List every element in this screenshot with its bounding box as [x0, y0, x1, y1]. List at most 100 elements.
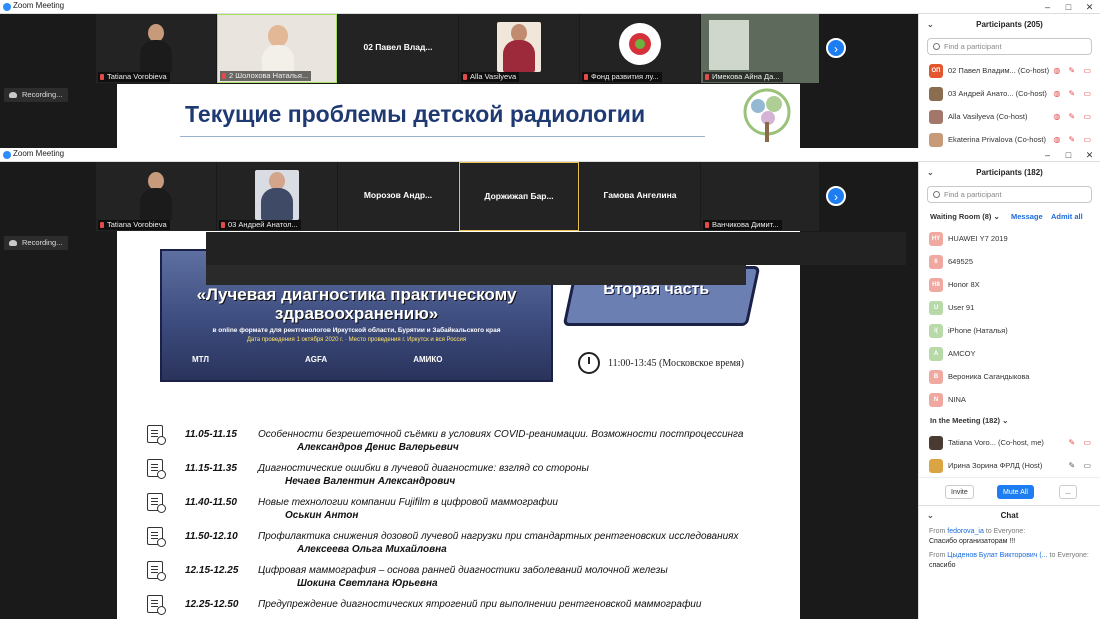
maximize-button[interactable]: □	[1058, 0, 1079, 14]
participant-row[interactable]: Alla Vasilyeva (Co-host) ◍ ✎ ▭	[919, 105, 1100, 128]
participant-name: 03 Андрей Анато... (Co-host)	[948, 89, 1047, 98]
recording-indicator[interactable]: Recording...	[4, 88, 69, 102]
video-tile[interactable]: Морозов Андр...	[338, 162, 458, 231]
tile-name-center: Морозов Андр...	[363, 190, 433, 200]
video-tile[interactable]: Tatiana Vorobieva	[96, 162, 216, 231]
close-button[interactable]: ✕	[1079, 0, 1100, 14]
participant-row[interactable]: ОП 02 Павел Владим... (Co-host) ◍ ✎ ▭	[919, 59, 1100, 82]
waiting-row[interactable]: 6 649525	[919, 250, 1100, 273]
chat-message: From fedorova_ia to Everyone: Спасибо ор…	[919, 525, 1100, 549]
participant-search-input[interactable]: Find a participant	[927, 38, 1092, 55]
program-item: 12.25-12.50 Предупреждение диагностическ…	[145, 595, 785, 619]
mute-video-icons[interactable]: ✎ ▭	[1069, 454, 1094, 477]
maximize-button[interactable]: □	[1058, 148, 1079, 162]
program-time: 11.15-11.35	[185, 463, 237, 474]
tile-name: Tatiana Vorobieva	[98, 72, 170, 82]
avatar: HY	[929, 232, 943, 246]
program-speaker: Нечаев Валентин Александрович	[285, 476, 456, 487]
participant-row[interactable]: Ирина Зорина ФРЛД (Host) ✎ ▭	[919, 454, 1100, 477]
waiting-row[interactable]: H8 Honor 8X	[919, 273, 1100, 296]
chevron-down-icon[interactable]: ⌄	[927, 506, 934, 526]
minimize-button[interactable]: –	[1037, 148, 1058, 162]
minimize-button[interactable]: –	[1037, 0, 1058, 14]
sender-name[interactable]: Цыденов Булат Викторович (...	[947, 552, 1047, 559]
video-tile-speaking[interactable]: Доржижап Бар...	[459, 162, 579, 231]
mute-video-icons[interactable]: ✎ ▭	[1069, 431, 1094, 454]
chevron-down-icon[interactable]: ⌄	[927, 162, 934, 184]
program-time: 11.40-11.50	[185, 497, 237, 508]
panel-buttons: Invite Mute All ...	[919, 477, 1100, 505]
video-tile[interactable]: Alla Vasilyeva	[459, 14, 579, 83]
title-bar: Zoom Meeting – □ ✕	[0, 0, 1100, 14]
waiting-row[interactable]: U User 91	[919, 296, 1100, 319]
video-tile[interactable]: Гамова Ангелина	[580, 162, 700, 231]
video-tile-active[interactable]: 2 Шолохова Наталья...	[217, 14, 337, 83]
panel-title: Participants (182)	[976, 168, 1043, 177]
participant-video	[255, 170, 299, 220]
program-topic: Цифровая маммография – основа ранней диа…	[258, 565, 668, 576]
invite-button[interactable]: Invite	[945, 485, 974, 499]
tile-name: Ванчикова Димит...	[703, 220, 782, 230]
participant-row[interactable]: Ekaterina Privalova (Co-host) ◍ ✎ ▭	[919, 128, 1100, 148]
in-meeting-label: In the Meeting (182)	[930, 416, 1001, 425]
fund-logo-icon	[619, 23, 661, 65]
avatar	[929, 87, 943, 101]
video-tile[interactable]: Фонд развития лу...	[580, 14, 700, 83]
participant-row[interactable]: Tatiana Voro... (Co-host, me) ✎ ▭	[919, 431, 1100, 454]
document-icon	[147, 561, 166, 581]
in-meeting-header[interactable]: In the Meeting (182) ⌄	[919, 411, 1100, 431]
waiting-row[interactable]: i(iPhone (Наталья)	[919, 319, 1100, 342]
waiting-row[interactable]: B Вероника Сагандыкова	[919, 365, 1100, 388]
mute-video-icons[interactable]: ◍ ✎ ▭	[1053, 82, 1094, 105]
from-label: From	[929, 552, 946, 559]
video-tile[interactable]: Tatiana Vorobieva	[96, 14, 216, 83]
mute-all-button[interactable]: Mute All	[997, 485, 1034, 499]
avatar: N	[929, 393, 943, 407]
tile-name: Tatiana Vorobieva	[98, 220, 170, 230]
chevron-down-icon[interactable]: ⌄	[927, 14, 934, 36]
participant-search-input[interactable]: Find a participant	[927, 186, 1092, 203]
tile-name: Имекова Айна Да...	[703, 72, 783, 82]
document-icon	[147, 459, 166, 479]
waiting-row[interactable]: HY HUAWEI Y7 2019	[919, 227, 1100, 250]
video-tile[interactable]: Имекова Айна Да...	[701, 14, 819, 83]
more-button[interactable]: ...	[1059, 485, 1077, 499]
avatar	[929, 459, 943, 473]
sender-name[interactable]: fedorova_ia	[947, 528, 984, 535]
avatar: U	[929, 301, 943, 315]
waiting-row[interactable]: N NINA	[919, 388, 1100, 411]
video-tile[interactable]: Ванчикова Димит...	[701, 162, 819, 231]
participant-name: Ирина Зорина ФРЛД (Host)	[948, 461, 1043, 470]
dark-overlay	[206, 265, 746, 285]
waiting-room-label: Waiting Room (8)	[930, 212, 992, 221]
video-tile[interactable]: 02 Павел Влад...	[338, 14, 458, 83]
participant-row[interactable]: 03 Андрей Анато... (Co-host) ◍ ✎ ▭	[919, 82, 1100, 105]
document-icon	[147, 595, 166, 615]
recording-indicator[interactable]: Recording...	[4, 236, 69, 250]
next-page-button[interactable]: ›	[826, 38, 846, 58]
mute-video-icons[interactable]: ◍ ✎ ▭	[1053, 105, 1094, 128]
program-time: 12.15-12.25	[185, 565, 239, 576]
tile-name: Фонд развития лу...	[582, 72, 662, 82]
participant-name: AMCOY	[948, 349, 976, 358]
slide-title: Текущие проблемы детской радиологии	[185, 101, 646, 127]
message-text: Спасибо организаторам !!!	[929, 538, 1016, 545]
admit-all-button[interactable]: Admit all	[1051, 207, 1083, 227]
close-button[interactable]: ✕	[1079, 148, 1100, 162]
video-tile[interactable]: 03 Андрей Анатол...	[217, 162, 337, 231]
tile-name-center: Доржижап Бар...	[484, 191, 554, 201]
mute-video-icons[interactable]: ◍ ✎ ▭	[1053, 59, 1094, 82]
program-item: 11.15-11.35 Диагностические ошибки в луч…	[145, 459, 785, 493]
program-speaker: Алексеева Ольга Михайловна	[297, 544, 447, 555]
tile-name: 03 Андрей Анатол...	[219, 220, 301, 230]
program-topic: Особенности безрешеточной съёмки в услов…	[258, 429, 744, 440]
zoom-window-1: Zoom Meeting – □ ✕ Tatiana Vorobieva 2 Ш…	[0, 0, 1100, 148]
participant-video	[134, 170, 178, 220]
banner-subtitle: в online формате для рентгенологов Иркут…	[212, 327, 501, 334]
waiting-room-header[interactable]: Waiting Room (8) ⌄ Message Admit all	[919, 207, 1100, 227]
mute-video-icons[interactable]: ◍ ✎ ▭	[1053, 128, 1094, 148]
message-text: спасибо	[929, 562, 956, 569]
message-button[interactable]: Message	[1011, 207, 1043, 227]
next-page-button[interactable]: ›	[826, 186, 846, 206]
waiting-row[interactable]: A AMCOY	[919, 342, 1100, 365]
